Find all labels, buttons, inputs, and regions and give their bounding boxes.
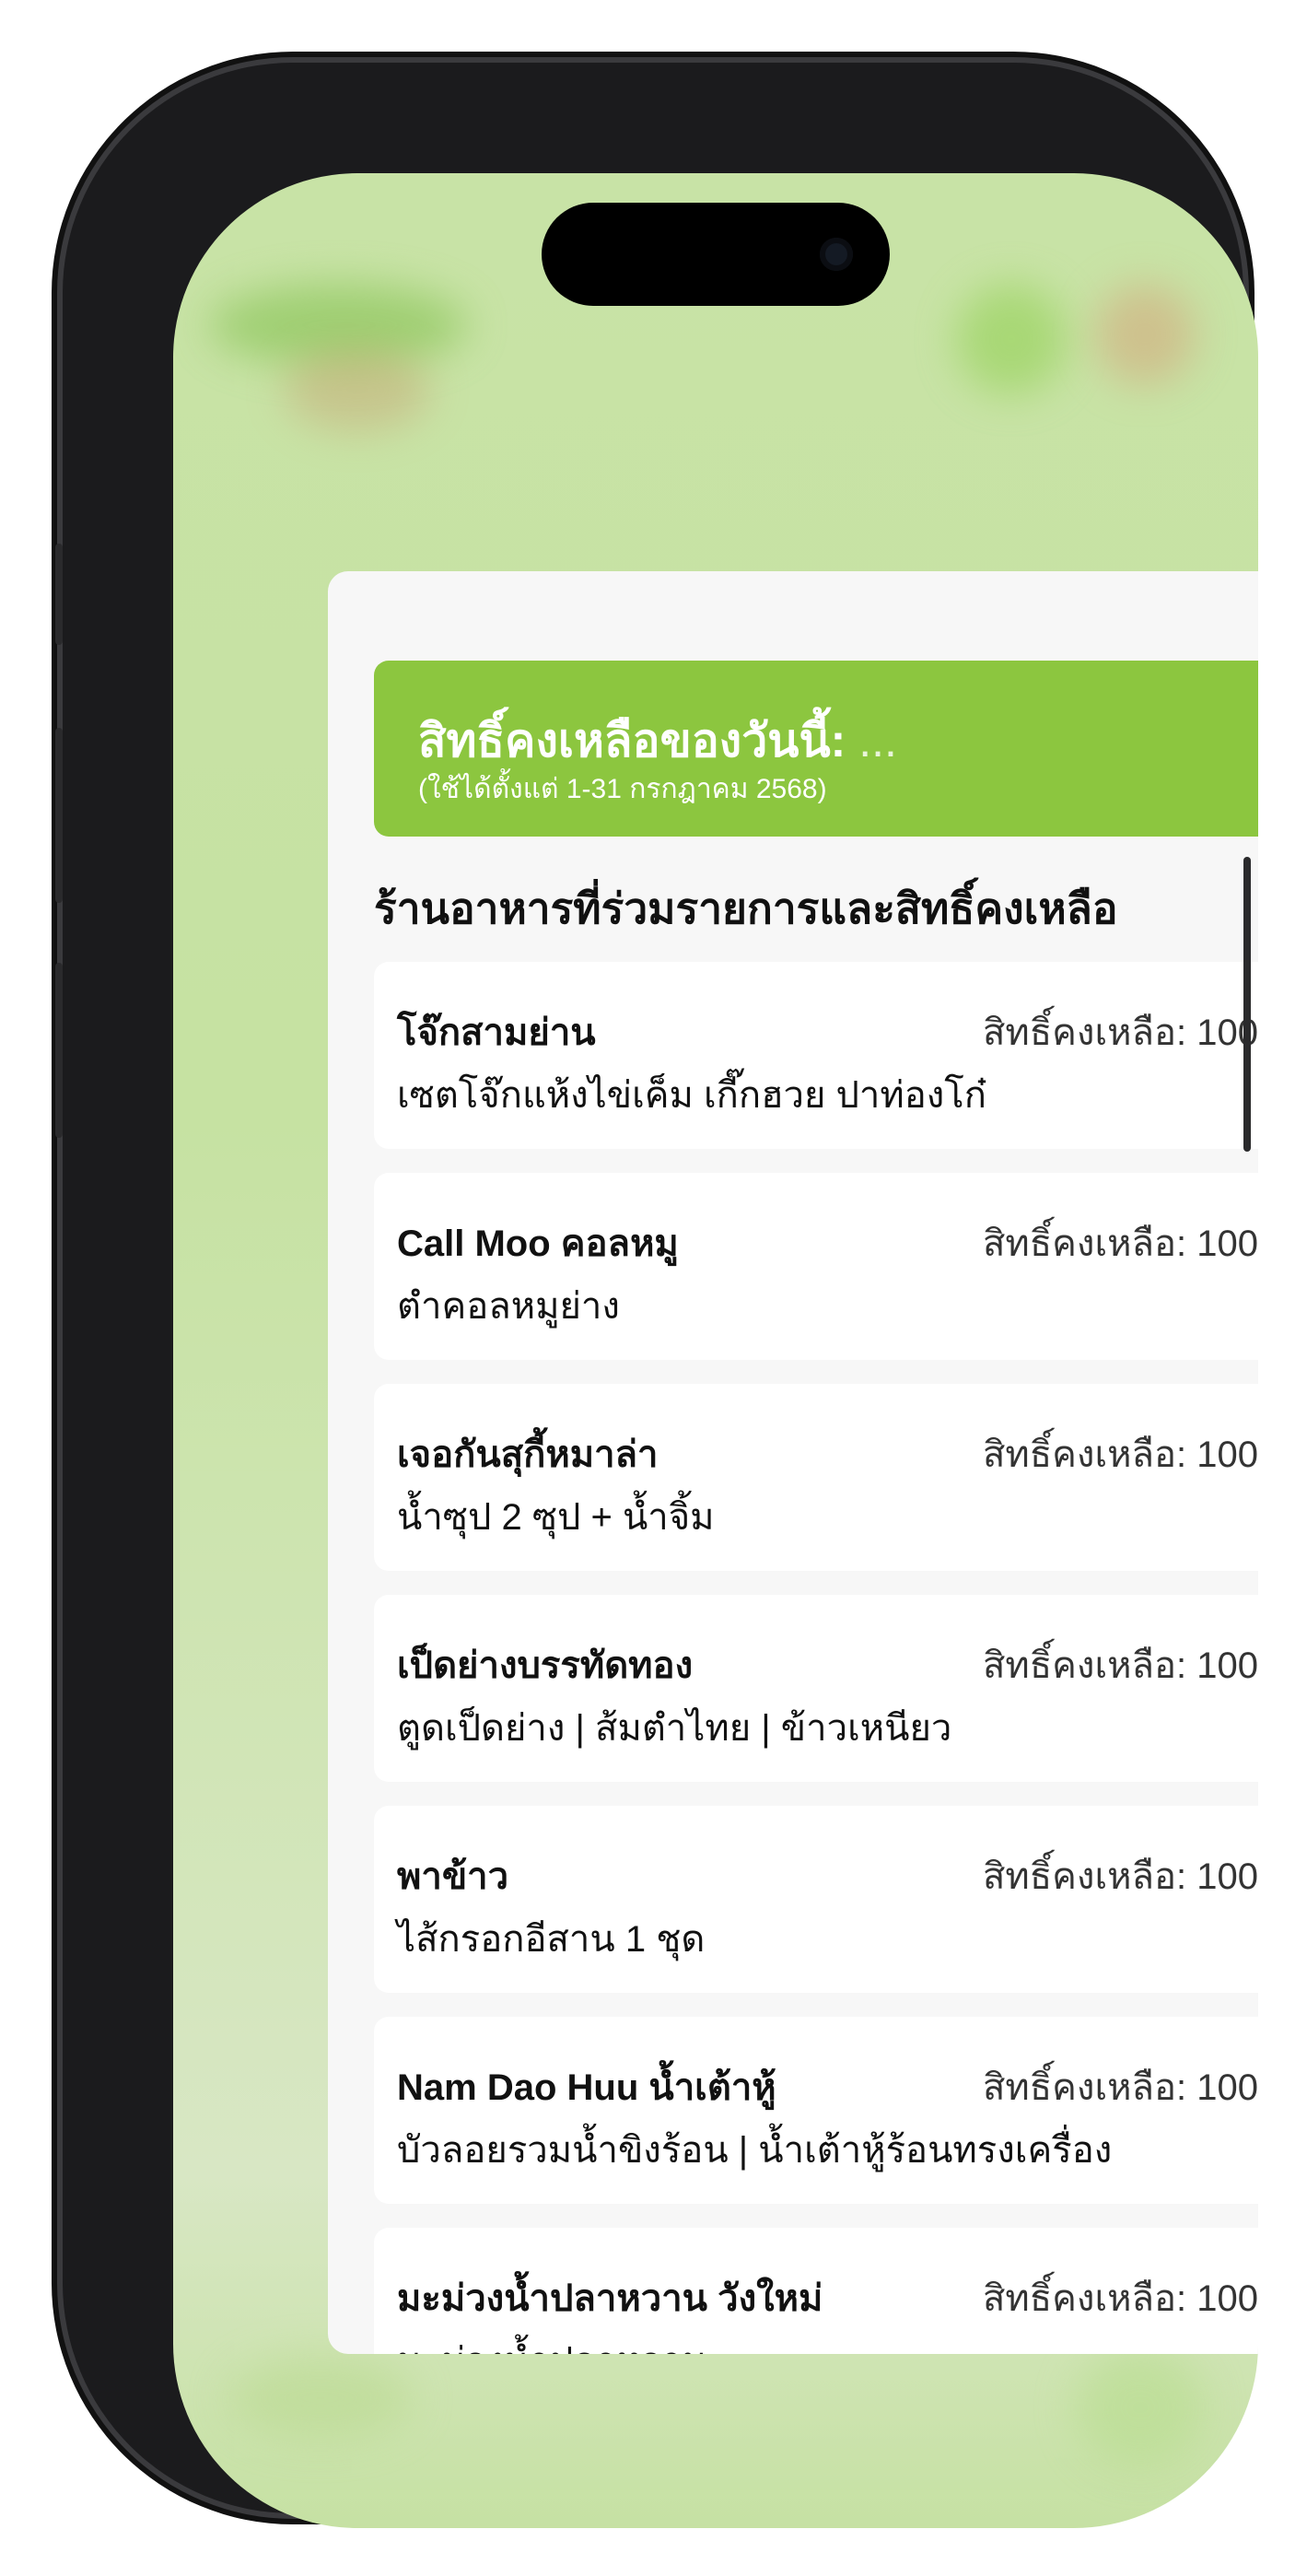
restaurant-remaining: สิทธิ์คงเหลือ: 100: [982, 2278, 1258, 2319]
restaurant-name: โจ๊กสามย่าน: [397, 1013, 596, 1053]
restaurant-card[interactable]: มะม่วงน้ำปลาหวาน วังใหม่ สิทธิ์คงเหลือ: …: [374, 2228, 1258, 2354]
restaurant-items: มะม่วงน้ำปลาหวาน: [397, 2331, 707, 2354]
restaurant-remaining: สิทธิ์คงเหลือ: 100: [982, 1856, 1258, 1897]
restaurant-items: บัวลอยรวมน้ำขิงร้อน | น้ำเต้าหู้ร้อนทรงเ…: [397, 2130, 1113, 2171]
power-button: [1243, 857, 1251, 1152]
remaining-rights-modal: X สิทธิ์คงเหลือของวันนี้: ... (ใช้ได้ตั้…: [328, 571, 1258, 2354]
restaurant-name: เจอกันสุกี้หมาล่า: [397, 1434, 659, 1475]
restaurant-card[interactable]: เป็ดย่างบรรทัดทอง สิทธิ์คงเหลือ: 100 ตูด…: [374, 1595, 1258, 1782]
background-blur: [956, 284, 1067, 394]
restaurant-name: Call Moo คอลหมู: [397, 1224, 679, 1264]
restaurant-card[interactable]: พาข้าว สิทธิ์คงเหลือ: 100 ไส้กรอกอีสาน 1…: [374, 1806, 1258, 1993]
background-blur: [284, 348, 431, 431]
balance-validity: (ใช้ได้ตั้งแต่ 1-31 กรกฎาคม 2568): [418, 774, 827, 804]
background-blur: [1076, 2348, 1205, 2467]
restaurant-name: Nam Dao Huu น้ำเต้าหู้: [397, 2067, 776, 2108]
balance-label: สิทธิ์คงเหลือของวันนี้:: [418, 715, 846, 767]
balance-value: ...: [858, 715, 897, 767]
dynamic-island: [542, 203, 890, 306]
action-button: [55, 544, 63, 645]
restaurant-name: มะม่วงน้ำปลาหวาน วังใหม่: [397, 2278, 823, 2319]
restaurant-remaining: สิทธิ์คงเหลือ: 100: [982, 1645, 1258, 1686]
restaurant-items: น้ำซุป 2 ซุป + น้ำจิ้ม: [397, 1497, 715, 1538]
section-title: ร้านอาหารที่ร่วมรายการและสิทธิ์คงเหลือ: [374, 884, 1118, 932]
restaurant-items: ตูดเป็ดย่าง | ส้มตำไทย | ข้าวเหนียว: [397, 1708, 952, 1749]
restaurant-card[interactable]: เจอกันสุกี้หมาล่า สิทธิ์คงเหลือ: 100 น้ำ…: [374, 1384, 1258, 1571]
background-blur: [1094, 284, 1196, 385]
phone-frame: X สิทธิ์คงเหลือของวันนี้: ... (ใช้ได้ตั้…: [63, 63, 1258, 2528]
restaurant-items: ไส้กรอกอีสาน 1 ชุด: [397, 1919, 706, 1960]
app-screen: X สิทธิ์คงเหลือของวันนี้: ... (ใช้ได้ตั้…: [173, 173, 1258, 2528]
restaurant-card[interactable]: โจ๊กสามย่าน สิทธิ์คงเหลือ: 100 เซตโจ๊กแห…: [374, 962, 1258, 1149]
restaurant-name: เป็ดย่างบรรทัดทอง: [397, 1645, 694, 1686]
restaurant-card[interactable]: Call Moo คอลหมู สิทธิ์คงเหลือ: 100 ตำคอล…: [374, 1173, 1258, 1360]
volume-up-button: [55, 728, 63, 903]
daily-balance-banner: สิทธิ์คงเหลือของวันนี้: ... (ใช้ได้ตั้งแ…: [374, 661, 1258, 837]
restaurant-name: พาข้าว: [397, 1856, 509, 1897]
restaurant-remaining: สิทธิ์คงเหลือ: 100: [982, 1013, 1258, 1053]
camera-icon: [820, 238, 853, 271]
restaurant-remaining: สิทธิ์คงเหลือ: 100: [982, 1434, 1258, 1475]
volume-down-button: [55, 963, 63, 1138]
restaurant-card[interactable]: Nam Dao Huu น้ำเต้าหู้ สิทธิ์คงเหลือ: 10…: [374, 2017, 1258, 2204]
background-blur: [228, 2357, 413, 2440]
restaurant-items: เซตโจ๊กแห้งไข่เค็ม เกี๊กฮวย ปาท่องโก๋: [397, 1075, 986, 1116]
restaurant-remaining: สิทธิ์คงเหลือ: 100: [982, 1224, 1258, 1264]
restaurant-items: ตำคอลหมูย่าง: [397, 1286, 620, 1327]
restaurant-remaining: สิทธิ์คงเหลือ: 100: [982, 2067, 1258, 2108]
